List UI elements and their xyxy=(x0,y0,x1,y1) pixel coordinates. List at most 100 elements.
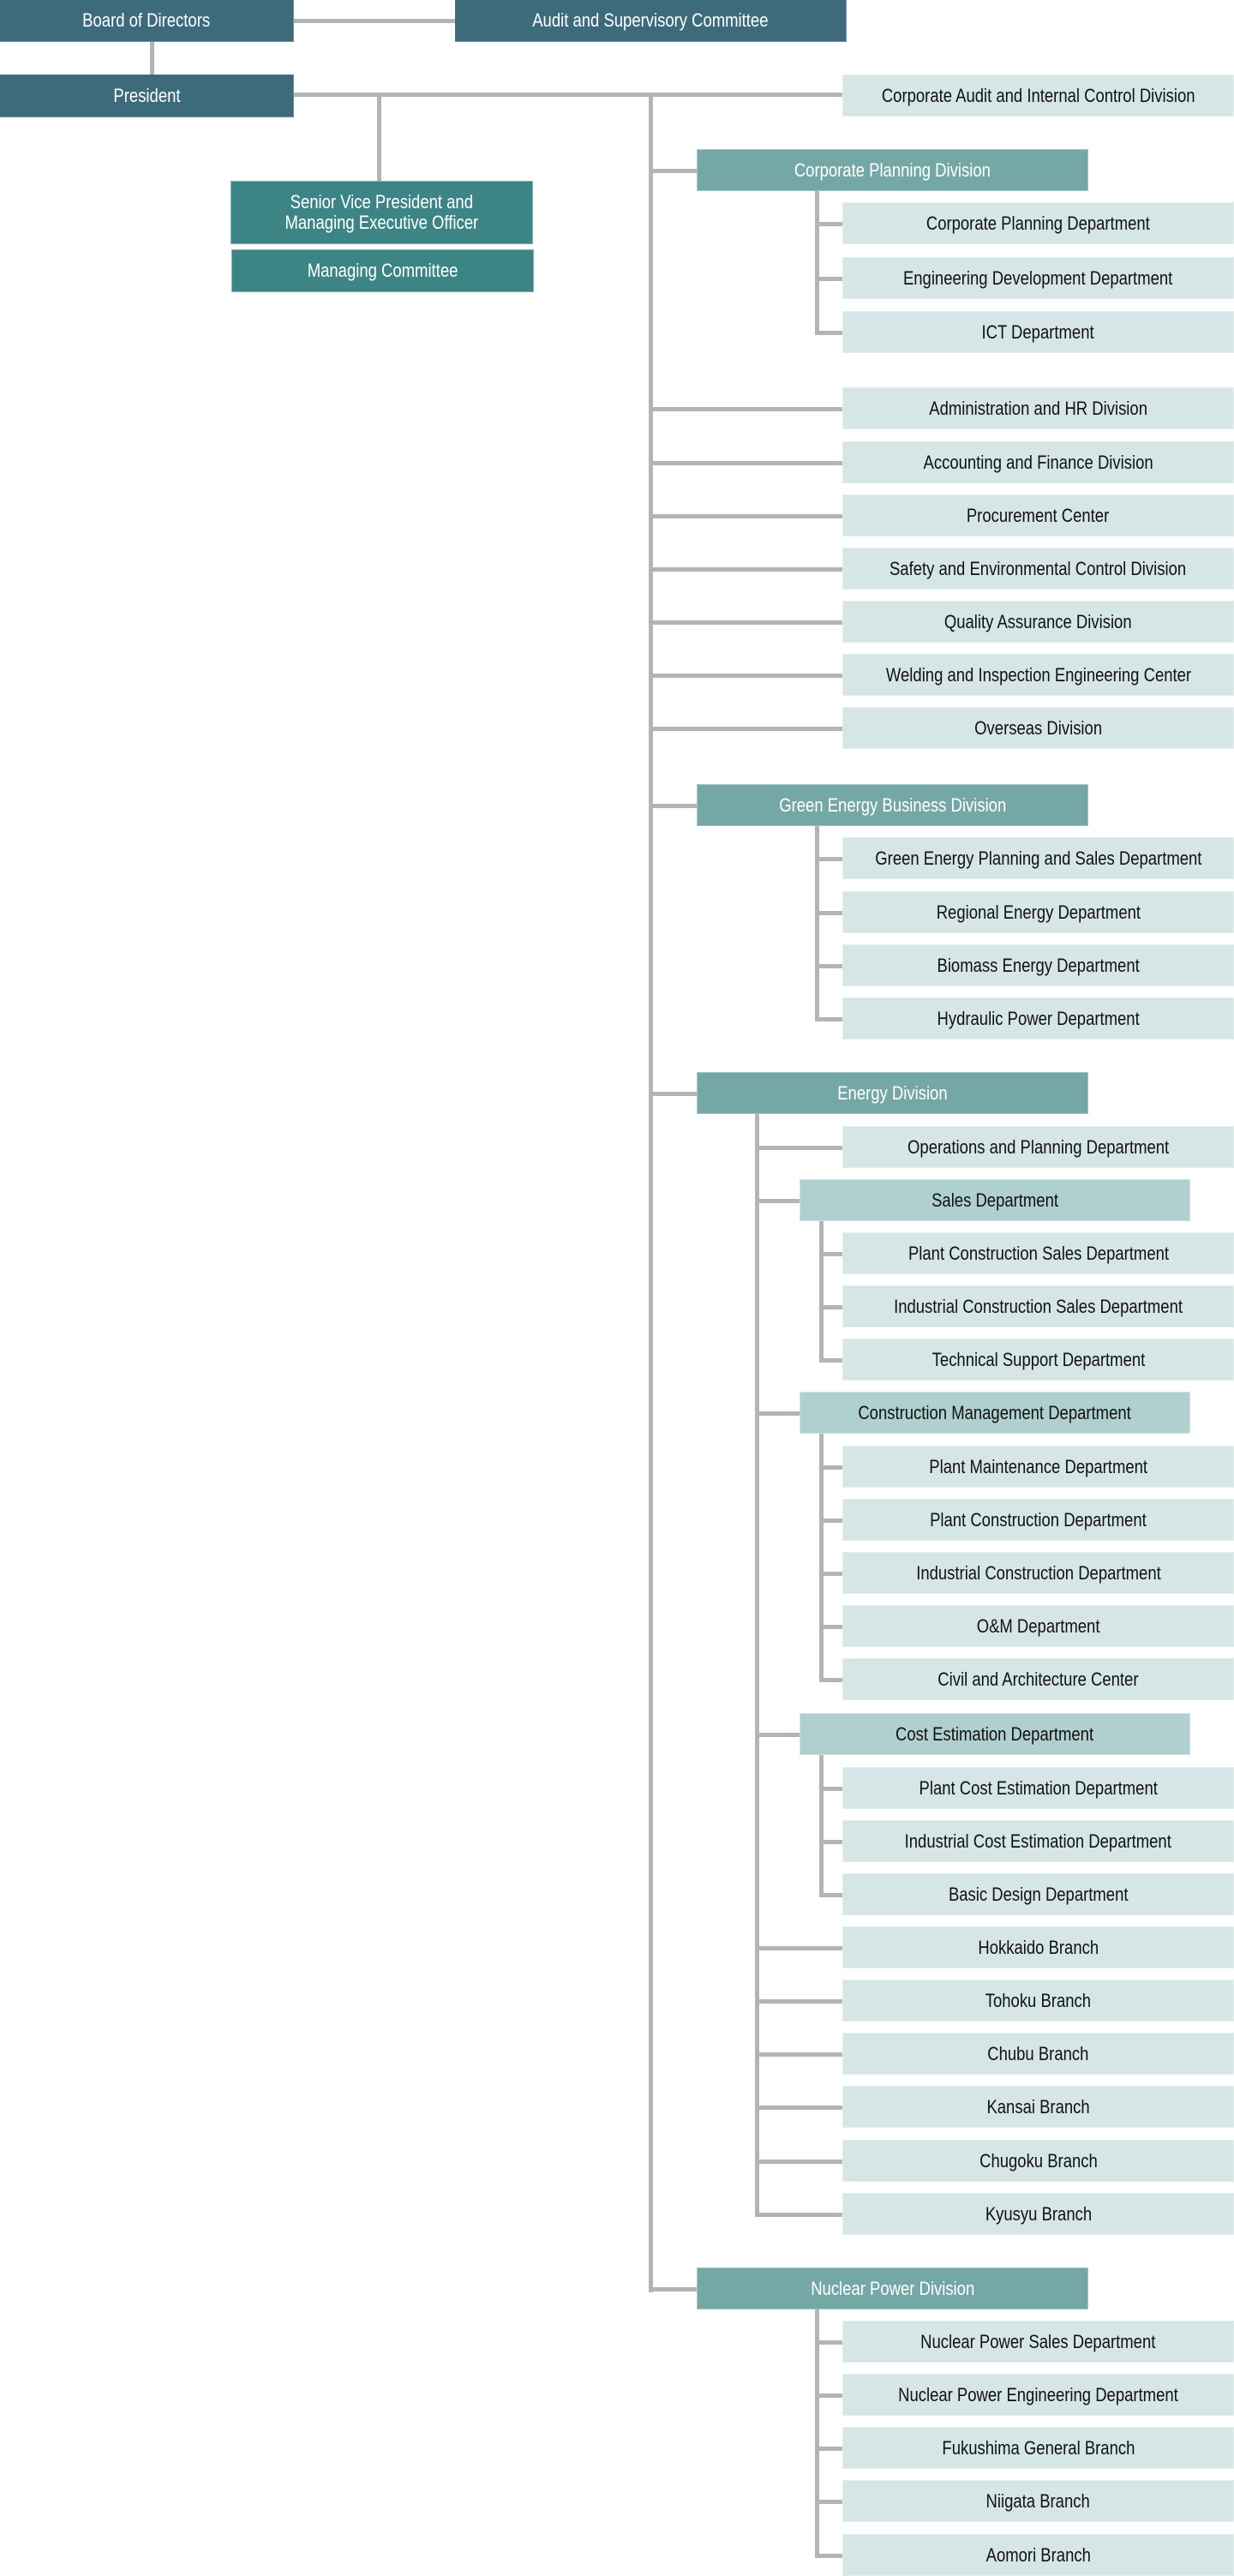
plant-construction-sales-department-label: Plant Construction Sales Department xyxy=(908,1242,1169,1264)
chubu-branch[interactable]: Chubu Branch xyxy=(842,2033,1234,2075)
sales-department-label: Sales Department xyxy=(931,1189,1058,1211)
accounting-and-finance-division[interactable]: Accounting and Finance Division xyxy=(842,441,1234,483)
administration-and-hr-division-label: Administration and HR Division xyxy=(929,397,1147,419)
board-of-directors[interactable]: Board of Directors xyxy=(0,0,294,42)
nuclear-power-division[interactable]: Nuclear Power Division xyxy=(697,2267,1088,2309)
connector-sales xyxy=(755,1199,800,1203)
connector-operations xyxy=(755,1146,842,1150)
managing-committee-label: Managing Committee xyxy=(307,260,458,281)
managing-committee[interactable]: Managing Committee xyxy=(231,249,534,292)
kansai-branch-label: Kansai Branch xyxy=(986,2095,1090,2118)
audit-supervisory-committee[interactable]: Audit and Supervisory Committee xyxy=(455,0,847,42)
corporate-planning-division[interactable]: Corporate Planning Division xyxy=(697,149,1088,191)
green-energy-planning-and-sales-department[interactable]: Green Energy Planning and Sales Departme… xyxy=(842,837,1234,879)
safety-and-environmental-control-division-label: Safety and Environmental Control Divisio… xyxy=(890,557,1187,579)
administration-and-hr-division[interactable]: Administration and HR Division xyxy=(842,387,1234,429)
board-of-directors-label: Board of Directors xyxy=(82,9,211,31)
connector-staff-division xyxy=(650,407,842,411)
hokkaido-branch[interactable]: Hokkaido Branch xyxy=(842,1926,1234,1968)
plant-maintenance-department[interactable]: Plant Maintenance Department xyxy=(842,1446,1234,1488)
connector-nuclear-child xyxy=(815,2340,842,2345)
connector-green-energy-child xyxy=(815,1017,842,1021)
connector-cost_estimation xyxy=(755,1733,800,1737)
senior-vice-president[interactable]: Senior Vice President and Managing Execu… xyxy=(231,181,533,244)
plant-construction-sales-department[interactable]: Plant Construction Sales Department xyxy=(842,1232,1234,1274)
overseas-division-label: Overseas Division xyxy=(974,716,1102,739)
connector-cpd xyxy=(650,169,697,173)
quality-assurance-division-label: Quality Assurance Division xyxy=(944,610,1132,632)
connector-branch xyxy=(755,2160,842,2164)
plant-maintenance-department-label: Plant Maintenance Department xyxy=(929,1455,1147,1477)
ict-department[interactable]: ICT Department xyxy=(842,311,1234,353)
nuclear-power-sales-department[interactable]: Nuclear Power Sales Department xyxy=(842,2321,1234,2363)
connector-construction_management-child xyxy=(819,1572,842,1576)
safety-and-environmental-control-division[interactable]: Safety and Environmental Control Divisio… xyxy=(842,548,1234,590)
sales-department[interactable]: Sales Department xyxy=(800,1179,1190,1221)
green-energy-trunk xyxy=(815,826,819,1021)
corporate-planning-division-label: Corporate Planning Division xyxy=(794,159,991,181)
plant-construction-department-label: Plant Construction Department xyxy=(930,1508,1147,1531)
plant-cost-estimation-department[interactable]: Plant Cost Estimation Department xyxy=(842,1767,1234,1809)
industrial-cost-estimation-department[interactable]: Industrial Cost Estimation Department xyxy=(842,1820,1234,1862)
nuclear-power-division-label: Nuclear Power Division xyxy=(810,2277,975,2299)
green-energy-business-division[interactable]: Green Energy Business Division xyxy=(697,784,1088,826)
civil-and-architecture-center[interactable]: Civil and Architecture Center xyxy=(842,1658,1234,1700)
plant-construction-department[interactable]: Plant Construction Department xyxy=(842,1499,1234,1541)
hydraulic-power-department[interactable]: Hydraulic Power Department xyxy=(842,997,1234,1039)
kansai-branch[interactable]: Kansai Branch xyxy=(842,2086,1234,2128)
main-trunk xyxy=(649,93,653,2292)
connector-branch xyxy=(755,2106,842,2110)
procurement-center[interactable]: Procurement Center xyxy=(842,494,1234,536)
oandm-department[interactable]: O&M Department xyxy=(842,1605,1234,1647)
biomass-energy-department[interactable]: Biomass Energy Department xyxy=(842,944,1234,986)
niigata-branch[interactable]: Niigata Branch xyxy=(842,2480,1234,2522)
chugoku-branch[interactable]: Chugoku Branch xyxy=(842,2140,1234,2182)
basic-design-department[interactable]: Basic Design Department xyxy=(842,1873,1234,1915)
industrial-construction-department[interactable]: Industrial Construction Department xyxy=(842,1552,1234,1594)
connector-green-energy-child xyxy=(815,857,842,861)
nuclear-trunk xyxy=(815,2309,819,2557)
connector-branch xyxy=(755,1999,842,2004)
connector-nuclear-child xyxy=(815,2554,842,2558)
connector-cost_estimation-child xyxy=(819,1840,842,1844)
org-chart: Board of Directors Audit and Supervisory… xyxy=(0,0,1234,2576)
aomori-branch[interactable]: Aomori Branch xyxy=(842,2534,1234,2576)
green-energy-planning-and-sales-department-label: Green Energy Planning and Sales Departme… xyxy=(874,847,1202,869)
kyusyu-branch[interactable]: Kyusyu Branch xyxy=(842,2193,1234,2235)
niigata-branch-label: Niigata Branch xyxy=(985,2489,1091,2512)
tohoku-branch[interactable]: Tohoku Branch xyxy=(842,1980,1234,2022)
plant-cost-estimation-department-label: Plant Cost Estimation Department xyxy=(919,1776,1158,1799)
energy-division[interactable]: Energy Division xyxy=(697,1072,1088,1114)
technical-support-department[interactable]: Technical Support Department xyxy=(842,1339,1234,1381)
fukushima-general-branch[interactable]: Fukushima General Branch xyxy=(842,2427,1234,2469)
corporate-audit-division-label: Corporate Audit and Internal Control Div… xyxy=(881,84,1195,106)
quality-assurance-division[interactable]: Quality Assurance Division xyxy=(842,601,1234,643)
industrial-cost-estimation-department-label: Industrial Cost Estimation Department xyxy=(904,1830,1172,1852)
nuclear-power-sales-department-label: Nuclear Power Sales Department xyxy=(920,2330,1156,2352)
connector-sales-child xyxy=(819,1305,842,1309)
regional-energy-department[interactable]: Regional Energy Department xyxy=(842,891,1234,933)
corporate-audit-division[interactable]: Corporate Audit and Internal Control Div… xyxy=(842,75,1234,117)
welding-and-inspection-engineering-center[interactable]: Welding and Inspection Engineering Cente… xyxy=(842,654,1234,696)
regional-energy-department-label: Regional Energy Department xyxy=(936,901,1141,923)
president-label: President xyxy=(112,84,181,106)
connector-board-president xyxy=(150,42,154,75)
industrial-construction-department-label: Industrial Construction Department xyxy=(915,1561,1161,1584)
nuclear-power-engineering-department[interactable]: Nuclear Power Engineering Department xyxy=(842,2374,1234,2416)
connector-nuclear-child xyxy=(815,2393,842,2398)
tohoku-branch-label: Tohoku Branch xyxy=(985,1989,1092,2011)
construction-management-department[interactable]: Construction Management Department xyxy=(800,1392,1190,1434)
industrial-construction-sales-department[interactable]: Industrial Construction Sales Department xyxy=(842,1285,1234,1327)
president[interactable]: President xyxy=(0,75,294,117)
engineering-development-department[interactable]: Engineering Development Department xyxy=(842,257,1234,299)
overseas-division[interactable]: Overseas Division xyxy=(842,707,1234,749)
chubu-branch-label: Chubu Branch xyxy=(987,2042,1089,2064)
energy-division-label: Energy Division xyxy=(837,1081,948,1104)
operations-and-planning-department[interactable]: Operations and Planning Department xyxy=(842,1126,1234,1168)
connector-branch xyxy=(755,2052,842,2057)
technical-support-department-label: Technical Support Department xyxy=(931,1348,1145,1370)
connector-staff-division xyxy=(650,567,842,572)
corporate-planning-department[interactable]: Corporate Planning Department xyxy=(842,202,1234,244)
cost-estimation-department[interactable]: Cost Estimation Department xyxy=(800,1713,1190,1755)
senior-vice-president-label: Senior Vice President and Managing Execu… xyxy=(285,192,479,233)
